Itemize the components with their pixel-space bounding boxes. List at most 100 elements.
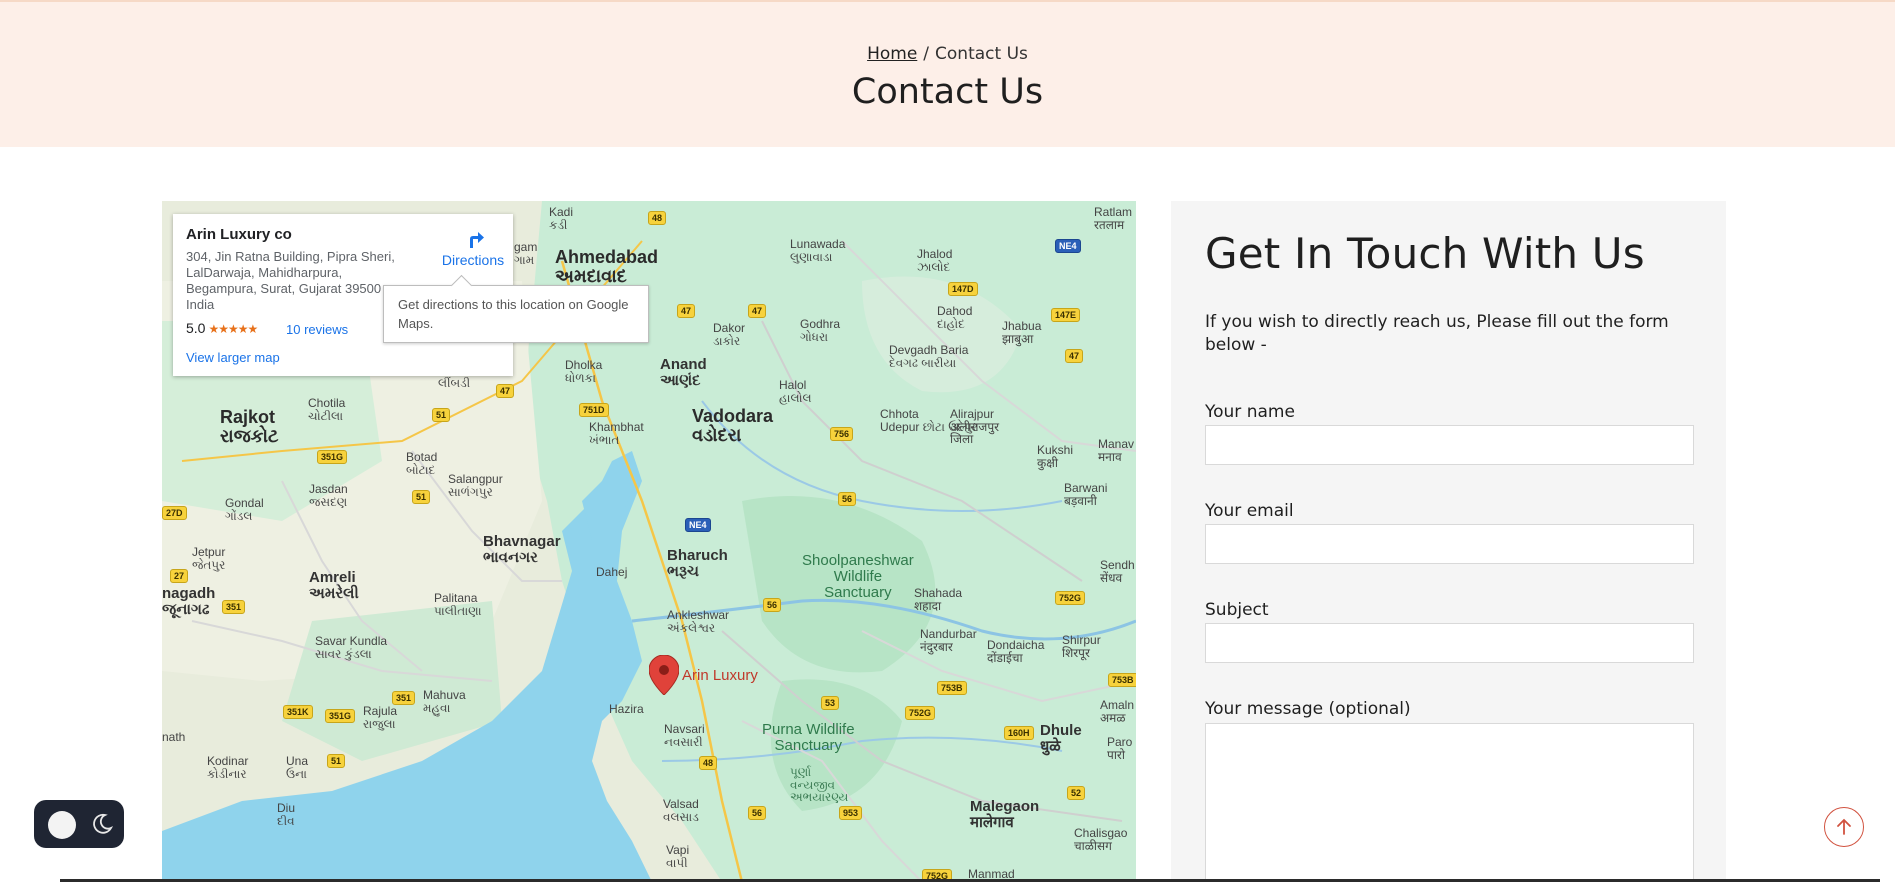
subject-label: Subject <box>1205 600 1269 620</box>
road-shield: 47 <box>1065 349 1084 363</box>
message-label: Your message (optional) <box>1205 699 1411 719</box>
map-label-ratlam: Ratlam रतलाम <box>1094 205 1133 232</box>
map-label-purna-gu: પૂર્ણા વન્યજીવ અભયારણ્ય <box>790 765 849 805</box>
road-shield: 351G <box>325 709 356 723</box>
road-shield: 47 <box>496 384 515 398</box>
road-shield: 351 <box>222 600 246 614</box>
reviews-link[interactable]: 10 reviews <box>286 322 348 337</box>
road-shield: NE4 <box>1055 239 1081 253</box>
road-shield: 53 <box>821 696 840 710</box>
map-label-dholka: Dholka ધોળકા <box>565 358 603 385</box>
map-label-mahuva: Mahuva મહુવા <box>423 688 466 715</box>
map-label-salangpur: Salangpur સાળંગપુર <box>448 472 503 499</box>
road-shield: 47 <box>677 304 696 318</box>
road-shield: 351G <box>317 450 348 464</box>
road-shield: 751D <box>579 403 609 417</box>
map-label-godhra: Godhra ગોધરા <box>800 317 841 344</box>
road-shield: 351K <box>283 705 313 719</box>
map-label-halol: Halol હાલોલ <box>779 378 812 405</box>
map-label-amaln: Amaln अमळ <box>1100 698 1135 725</box>
map-label-junagadh: nagadh જૂનાગઢ <box>162 585 216 618</box>
map-label-vadodara: Vadodara વડોદરા <box>692 406 774 445</box>
road-shield: 27D <box>162 506 187 520</box>
subject-field[interactable] <box>1205 623 1694 663</box>
road-shield: 52 <box>1067 786 1086 800</box>
map-label-dakor: Dakor ડાકોર <box>713 321 746 348</box>
map-label-nath: nath <box>162 730 186 744</box>
directions-label: Directions <box>441 252 505 268</box>
road-shield: 51 <box>327 754 346 768</box>
breadcrumb: Home / Contact Us <box>0 44 1895 64</box>
place-rating: 5.0 ★★★★★ <box>186 320 258 336</box>
map-label-jhalod: Jhalod ઝાલોદ <box>917 247 953 274</box>
map-label-rajkot: Rajkot રાજકોટ <box>220 407 279 446</box>
road-shield: 753B <box>1108 673 1136 687</box>
map-label-kukshi: Kukshi कुक्षी <box>1037 443 1074 470</box>
map-label-vapi: Vapi વાપી <box>666 843 690 870</box>
email-field[interactable] <box>1205 524 1694 564</box>
road-shield: 51 <box>432 408 451 422</box>
toggle-knob-icon <box>48 811 76 839</box>
map-label-ahmedabad: Ahmedabad અમદાવાદ <box>555 247 659 286</box>
location-pin-icon[interactable] <box>649 655 679 695</box>
map-label-chotila: Chotila ચોટીલા <box>308 396 346 423</box>
map-label-diu: Diu દીવ <box>277 801 296 828</box>
place-name: Arin Luxury co <box>186 226 292 243</box>
map-label-ankleshwar: Ankleshwar અંકલેશ્વર <box>667 608 730 635</box>
map-label-amreli: Amreli અમરેલી <box>309 569 359 602</box>
name-label: Your name <box>1205 402 1295 422</box>
map-label-kadi: Kadi કડી <box>549 205 574 232</box>
map-label-valsad: Valsad વલસાડ <box>663 797 699 824</box>
road-shield: 48 <box>699 756 718 770</box>
road-shield: 56 <box>838 492 857 506</box>
page-header: Home / Contact Us Contact Us <box>0 0 1895 147</box>
theme-toggle[interactable] <box>34 800 124 848</box>
map-label-jasdan: Jasdan જસદણ <box>309 482 348 509</box>
map-label-shoolpaneshwar: Shoolpaneshwar Wildlife Sanctuary <box>802 552 914 601</box>
road-shield: 752G <box>1055 591 1086 605</box>
breadcrumb-current: Contact Us <box>935 44 1028 64</box>
map-label-purna: Purna Wildlife Sanctuary <box>762 721 855 754</box>
scroll-to-top-button[interactable] <box>1824 807 1864 847</box>
map-label-chalisgao: Chalisgao चाळीसग <box>1074 826 1128 853</box>
map-label-jhabua: Jhabua झाबुआ <box>1002 319 1042 346</box>
arrow-up-icon <box>1837 818 1851 835</box>
map-label-shirpur: Shirpur शिरपूर <box>1062 633 1101 660</box>
map-label-kodinar: Kodinar કોડીનાર <box>207 754 249 781</box>
embedded-map[interactable]: Ahmedabad અમદાવાદ Vadodara વડોદરા Rajkot રા… <box>162 201 1136 882</box>
breadcrumb-home-link[interactable]: Home <box>867 44 917 64</box>
rating-value: 5.0 <box>186 320 206 336</box>
name-field[interactable] <box>1205 425 1694 465</box>
map-label-nandurbar: Nandurbar नंदुरबार <box>920 627 977 654</box>
map-label-botad: Botad બોટાદ <box>406 450 438 477</box>
road-shield: 753B <box>937 681 967 695</box>
map-label-dahej: Dahej <box>596 565 628 579</box>
map-label-limbdi: લીંબડી <box>438 376 471 390</box>
map-label-dondaicha: Dondaicha दोंडाईचा <box>987 638 1045 665</box>
map-label-gondal: Gondal ગોંડલ <box>225 496 264 523</box>
road-shield: 756 <box>830 427 854 441</box>
message-field[interactable] <box>1205 723 1694 882</box>
breadcrumb-separator: / <box>923 44 930 64</box>
moon-icon <box>93 813 114 834</box>
contact-form-panel: Get In Touch With Us If you wish to dire… <box>1171 201 1726 882</box>
map-label-sendh: Sendh सेंधव <box>1100 558 1135 585</box>
road-shield: 56 <box>748 806 767 820</box>
road-shield: 47 <box>748 304 767 318</box>
road-shield: 147E <box>1051 308 1081 322</box>
road-shield: 160H <box>1004 726 1034 740</box>
road-shield: 351 <box>392 691 416 705</box>
place-address: 304, Jin Ratna Building, Pipra Sheri, La… <box>186 249 395 312</box>
road-shield: 56 <box>763 598 782 612</box>
map-label-devgadh: Devgadh Baria દેવગઢ બારીયા <box>889 343 969 370</box>
view-larger-map-link[interactable]: View larger map <box>186 350 280 365</box>
map-label-lunawada: Lunawada લુણાવાડા <box>790 237 846 264</box>
directions-tooltip: Get directions to this location on Googl… <box>383 285 649 343</box>
rating-stars-icon: ★★★★★ <box>208 322 258 336</box>
directions-button[interactable]: Directions <box>433 226 513 268</box>
page-title: Contact Us <box>851 72 1044 112</box>
map-label-bharuch: Bharuch ભરૂચ <box>667 547 728 580</box>
map-label-jetpur: Jetpur જેતપુર <box>192 545 226 572</box>
map-label-gam: gam ગામ <box>514 240 538 267</box>
map-label-malegaon: Malegaon मालेगाव <box>970 798 1040 831</box>
